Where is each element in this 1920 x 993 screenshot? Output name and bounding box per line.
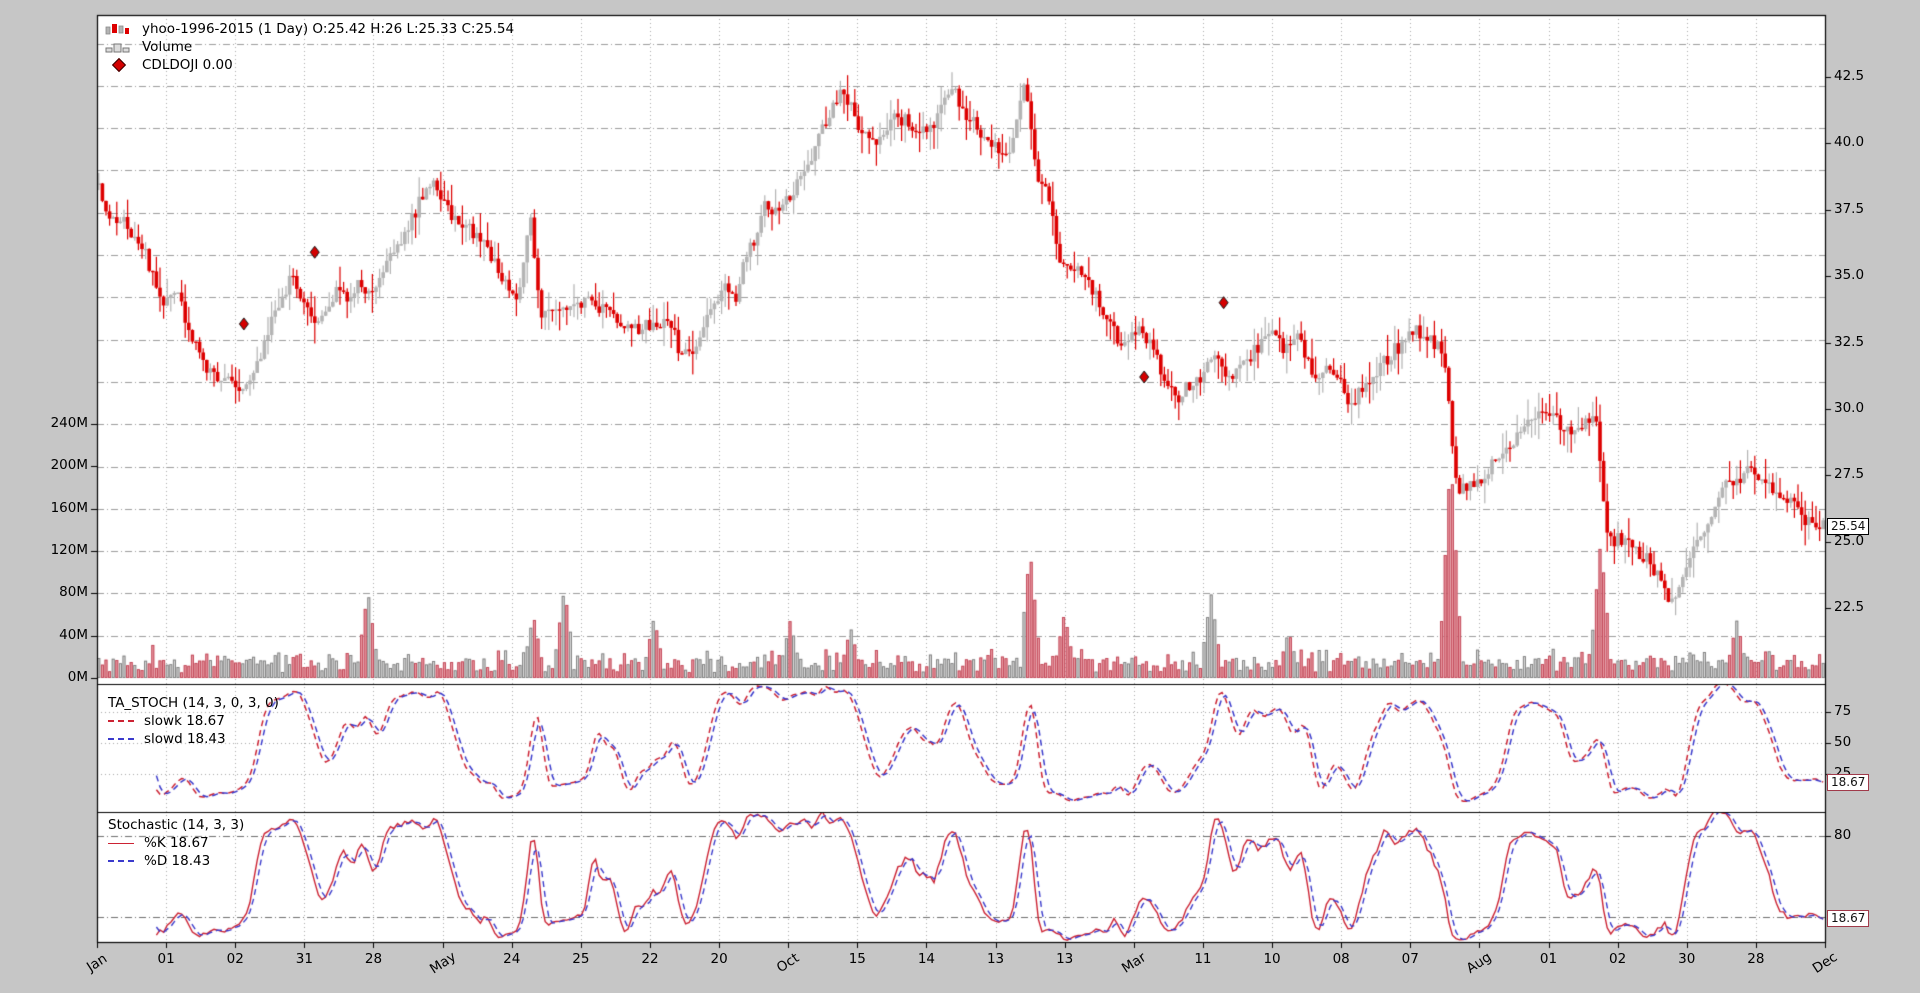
price-tick-label: 25.0: [1834, 532, 1865, 549]
x-tick-label: 24: [503, 951, 521, 967]
x-tick-label: 01: [1539, 951, 1558, 967]
legend-row-slowd: slowd 18.43: [104, 730, 279, 748]
x-tick-label: 08: [1332, 951, 1350, 967]
price-tick-label: 22.5: [1834, 599, 1865, 615]
price-tick-label: 27.5: [1834, 466, 1865, 483]
volume-tick-label: 40M: [59, 626, 88, 643]
volume-tick-label: 120M: [50, 542, 88, 559]
x-tick-label: 02: [1609, 951, 1627, 967]
x-tick-label: 25: [572, 951, 590, 967]
series-label: yhoo-1996-2015 (1 Day) O:25.42 H:26 L:25…: [142, 21, 515, 37]
volume-bars-icon: [102, 41, 136, 54]
slowk-line-icon: [104, 720, 138, 722]
x-tick-label: 14: [917, 951, 936, 967]
price-tick-label: 42.5: [1834, 68, 1865, 84]
percent-d-label: %D 18.43: [144, 853, 211, 869]
volume-label: Volume: [142, 39, 193, 55]
chart-canvas: [0, 0, 1920, 993]
x-tick-label: 31: [295, 951, 313, 967]
stoch-tick-label: 80: [1834, 827, 1852, 843]
main-legend: yhoo-1996-2015 (1 Day) O:25.42 H:26 L:25…: [102, 20, 514, 74]
stochastic-legend: Stochastic (14, 3, 3) %K 18.67 %D 18.43: [104, 816, 244, 870]
doji-diamond-icon: [102, 57, 136, 73]
x-tick-label: 10: [1263, 951, 1281, 967]
percent-d-line-icon: [104, 860, 138, 862]
volume-tick-label: 240M: [50, 415, 88, 432]
x-tick-label: 20: [710, 951, 728, 967]
volume-tick-label: 0M: [67, 669, 88, 685]
stoch-tick-label: 75: [1834, 702, 1852, 719]
stochastic-title: Stochastic (14, 3, 3): [108, 817, 245, 833]
legend-row-series: yhoo-1996-2015 (1 Day) O:25.42 H:26 L:25…: [102, 20, 514, 38]
x-tick-label: 13: [1056, 951, 1074, 967]
ta-stoch-legend: TA_STOCH (14, 3, 0, 3, 0) slowk 18.67 sl…: [104, 694, 279, 748]
price-tick-label: 37.5: [1834, 200, 1865, 217]
x-tick-label: 30: [1678, 951, 1696, 967]
x-tick-label: 28: [364, 951, 383, 967]
slowk-label: slowk 18.67: [144, 713, 225, 729]
x-tick-label: 11: [1194, 951, 1212, 967]
x-tick-label: 01: [157, 951, 175, 967]
legend-row-slowk: slowk 18.67: [104, 712, 279, 730]
percent-k-label: %K 18.67: [144, 835, 209, 851]
legend-row-volume: Volume: [102, 38, 514, 56]
price-tick-label: 35.0: [1834, 267, 1865, 284]
x-tick-label: 07: [1401, 951, 1419, 967]
price-tick-label: 32.5: [1834, 333, 1865, 350]
slowk-value-tag: 18.67: [1827, 774, 1870, 791]
percent-k-value-tag: 18.67: [1827, 910, 1870, 927]
x-tick-label: 15: [848, 951, 866, 967]
volume-tick-label: 160M: [50, 499, 88, 516]
price-tick-label: 40.0: [1834, 134, 1865, 151]
legend-row-cdldoji: CDLDOJI 0.00: [102, 56, 514, 74]
legend-row-d: %D 18.43: [104, 852, 244, 870]
x-tick-label: 22: [641, 951, 659, 967]
candlestick-icon: [102, 23, 136, 36]
slowd-label: slowd 18.43: [144, 731, 226, 747]
volume-tick-label: 80M: [59, 584, 88, 601]
cdldoji-label: CDLDOJI 0.00: [142, 57, 233, 73]
price-tick-label: 30.0: [1834, 399, 1865, 416]
x-tick-label: 02: [226, 951, 244, 967]
last-price-tag: 25.54: [1827, 518, 1870, 535]
x-tick-label: 28: [1747, 951, 1765, 967]
ta-stoch-title: TA_STOCH (14, 3, 0, 3, 0): [108, 695, 279, 711]
volume-tick-label: 200M: [50, 457, 88, 474]
slowd-line-icon: [104, 738, 138, 740]
percent-k-line-icon: [104, 842, 138, 844]
legend-row-k: %K 18.67: [104, 834, 244, 852]
x-tick-label: 13: [986, 951, 1005, 967]
chart-figure: yhoo-1996-2015 (1 Day) O:25.42 H:26 L:25…: [0, 0, 1920, 993]
stoch-tick-label: 50: [1834, 734, 1852, 750]
